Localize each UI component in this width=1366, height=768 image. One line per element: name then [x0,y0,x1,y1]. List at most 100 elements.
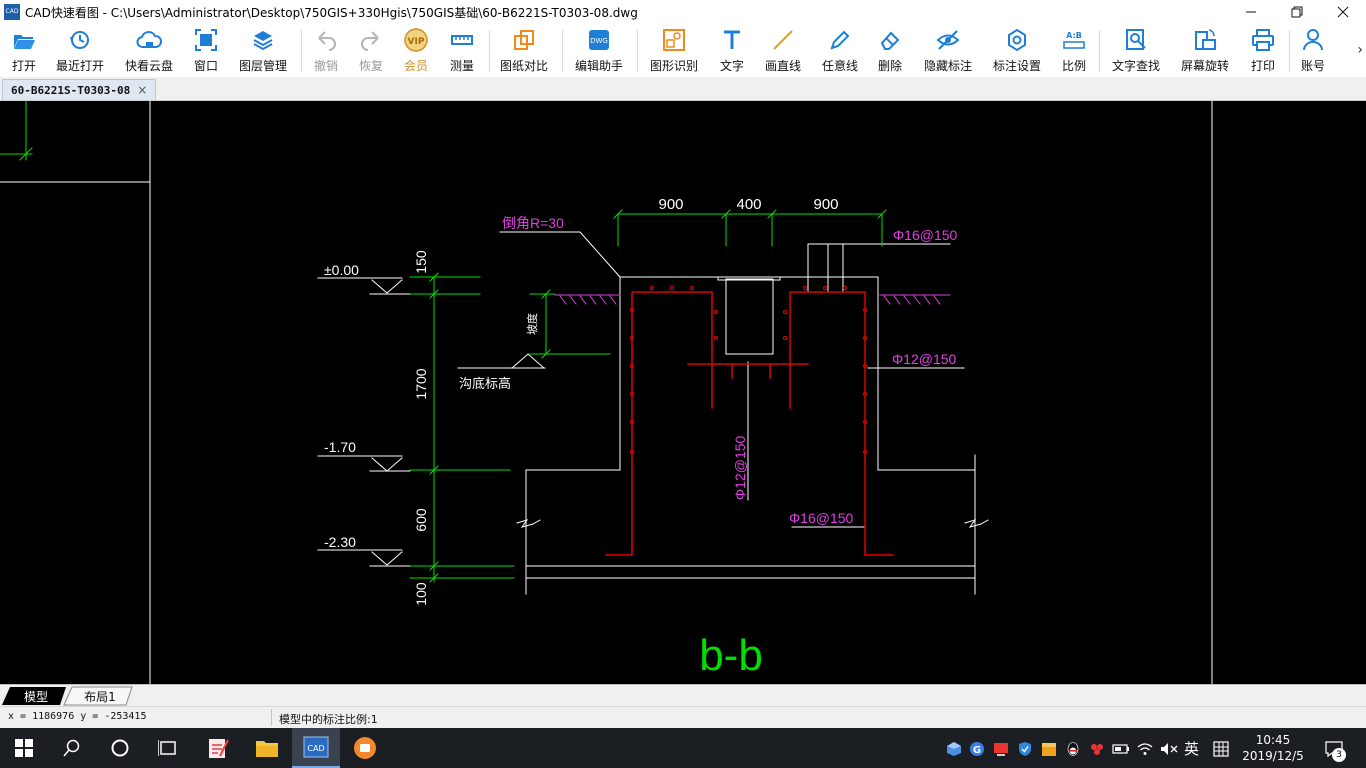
draw-line-button[interactable]: 画直线 [763,27,803,75]
cortana-button[interactable] [96,728,144,768]
undo-button[interactable]: 撤销 [311,27,341,75]
windows-start-button[interactable] [0,728,48,768]
layers-button[interactable]: 图层管理 [237,27,289,75]
notification-count-badge: 3 [1332,748,1346,762]
measure-button[interactable]: 测量 [447,27,477,75]
restore-button[interactable] [1274,0,1320,24]
task-view-button[interactable] [144,728,192,768]
battery-icon[interactable] [1112,740,1130,758]
compare-button[interactable]: 图纸对比 [498,27,550,75]
text-search-label: 文字查找 [1111,59,1160,73]
tray-bluetooth-icon[interactable] [1088,740,1106,758]
trench-bottom-label: 沟底标高 [459,376,511,391]
rebar-center-vertical-label: Φ12@150 [732,435,748,500]
freehand-line-button[interactable]: 任意线 [820,27,860,75]
taskbar-app-notes[interactable] [194,728,242,768]
vip-badge-icon: VIP [403,27,429,53]
taskbar-app-explorer[interactable] [243,728,291,768]
ime-language-indicator[interactable]: 英 [1184,738,1199,759]
toolbar-separator [489,30,490,72]
redo-button[interactable]: 恢复 [356,27,386,75]
recent-label: 最近打开 [55,59,104,73]
elevation-markers [317,277,546,567]
dim-vert-1700: 1700 [413,368,429,399]
elevation-zero-label: ±0.00 [324,262,359,278]
toolbar-separator [301,30,302,72]
window-button[interactable]: 窗口 [192,27,220,75]
dim-vert-100: 100 [413,582,429,606]
text-label: 文字 [719,59,744,73]
rebar-top-right-label: Φ16@150 [893,227,958,243]
elevation-minus-230-label: -2.30 [324,534,356,550]
layout-tab-model[interactable]: 模型 [12,687,60,706]
vip-button[interactable]: VIP 会员 [401,27,431,75]
screen-rotate-button[interactable]: 屏幕旋转 [1179,27,1231,75]
measure-label: 测量 [449,59,474,73]
vip-label: 会员 [403,59,428,73]
taskbar-clock[interactable]: 10:45 2019/12/5 [1240,732,1306,764]
elevation-minus-170-label: -1.70 [324,439,356,455]
line-icon [770,27,796,53]
delete-label: 删除 [877,59,902,73]
search-button[interactable] [48,728,96,768]
hide-annotation-button[interactable]: 隐藏标注 [922,27,974,75]
cursor-coordinates: x = 1186976 y = -253415 [8,711,147,722]
cortana-circle-icon [111,739,129,757]
tray-security-shield-icon[interactable] [1016,740,1034,758]
open-button[interactable]: 打开 [8,27,40,75]
wifi-icon[interactable] [1136,740,1154,758]
shape-recognize-button[interactable]: 图形识别 [648,27,700,75]
close-button[interactable] [1320,0,1366,24]
volume-muted-icon[interactable] [1160,740,1178,758]
slope-label: 坡度 [525,313,539,335]
shape-recognize-icon [661,27,687,53]
sheet-frame [0,101,1213,684]
minimize-button[interactable] [1228,0,1274,24]
chevron-right-icon[interactable]: › [1357,42,1363,58]
document-tab[interactable]: 60-B6221S-T0303-08 × [2,79,157,100]
account-button[interactable]: 账号 [1299,27,1327,75]
annotation-settings-label: 标注设置 [992,59,1041,73]
tray-qq-icon[interactable] [1064,740,1082,758]
layout-tab-layout1[interactable]: 布局1 [74,687,126,706]
cad-app-icon: CAD [303,736,329,758]
print-button[interactable]: 打印 [1249,27,1277,75]
scale-ratio-icon: A:B [1061,27,1087,53]
close-icon[interactable]: × [137,83,147,97]
compare-label: 图纸对比 [499,59,548,73]
recent-button[interactable]: 最近打开 [54,27,106,75]
status-bar: x = 1186976 y = -253415 模型中的标注比例:1 [0,706,1366,728]
section-title: b-b [699,631,763,680]
svg-text:CAD: CAD [307,744,324,753]
app-logo-icon: CAD [4,4,20,20]
delete-button[interactable]: 删除 [876,27,904,75]
tray-package-icon[interactable] [1040,740,1058,758]
annotation-settings-button[interactable]: 标注设置 [991,27,1043,75]
text-button[interactable]: 文字 [718,27,746,75]
pen-icon [827,27,853,53]
redo-label: 恢复 [358,59,383,73]
taskbar-app-cad-viewer[interactable]: CAD [292,728,340,768]
svg-text:A:B: A:B [1066,31,1082,40]
scale-button[interactable]: A:B 比例 [1060,27,1088,75]
text-search-button[interactable]: 文字查找 [1110,27,1162,75]
undo-label: 撤销 [313,59,338,73]
toolbar-separator [562,30,563,72]
tray-screen-record-icon[interactable] [992,740,1010,758]
windows-taskbar: CAD G 英 10:45 2019/12/5 3 [0,728,1366,768]
scale-label: 比例 [1061,59,1086,73]
ime-keyboard-icon[interactable] [1212,740,1230,758]
cloud-button[interactable]: 快看云盘 [123,27,175,75]
printer-icon [1250,27,1276,53]
clock-date: 2019/12/5 [1242,749,1304,763]
dim-top-right: 900 [813,196,838,213]
folder-icon [256,741,278,757]
eraser-icon [877,27,903,53]
tray-google-icon[interactable]: G [968,740,986,758]
edit-helper-button[interactable]: DWG 编辑助手 [573,27,625,75]
shape-recognize-label: 图形识别 [649,59,698,73]
tray-3d-box-icon[interactable] [945,740,963,758]
drawing-canvas[interactable]: 900 400 900 倒角R=30 Φ16@150 Φ12@150 Φ12@1… [0,101,1366,684]
toolbar-separator [637,30,638,72]
taskbar-app-orange[interactable] [341,728,389,768]
